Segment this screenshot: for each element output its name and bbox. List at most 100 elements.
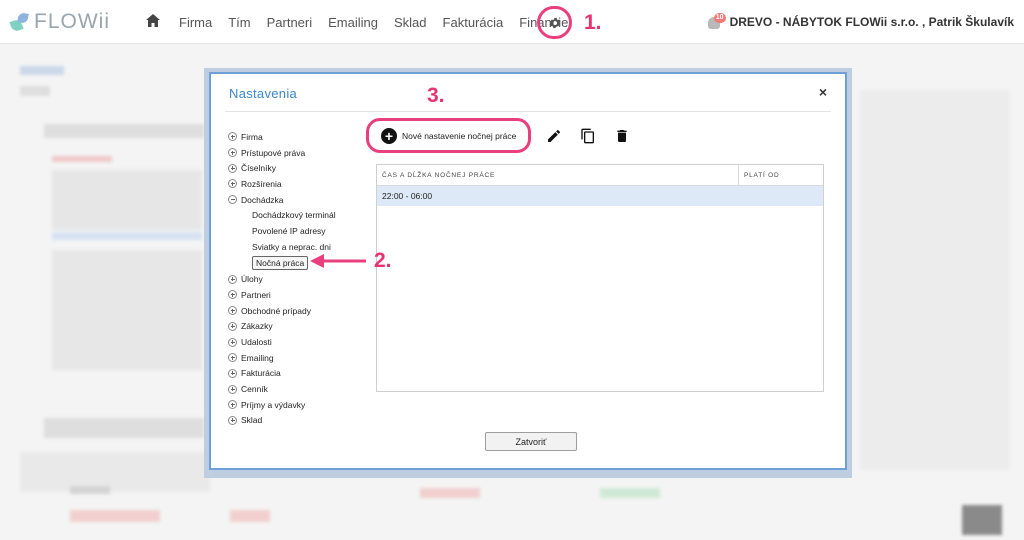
expand-icon[interactable] — [228, 179, 237, 189]
tree-item-fakturacia[interactable]: Fakturácia — [228, 366, 378, 382]
table-row[interactable]: 22:00 - 06:00 — [377, 186, 823, 206]
nav-item-fakturacia[interactable]: Fakturácia — [443, 15, 504, 30]
tree-child-label: Nočná práca — [252, 256, 309, 271]
blurred-content — [20, 66, 64, 75]
nav-item-emailing[interactable]: Emailing — [328, 15, 378, 30]
tree-child-povolene-ip-adresy[interactable]: Povolené IP adresy — [228, 223, 378, 239]
tree-item-rozsirenia[interactable]: Rozšírenia — [228, 176, 378, 192]
close-button[interactable]: Zatvoriť — [485, 432, 577, 451]
copy-icon[interactable] — [577, 125, 599, 147]
expand-icon[interactable] — [228, 384, 237, 394]
top-bar: FLOWii Firma Tím Partneri Emailing Sklad… — [0, 0, 1024, 44]
tree-item-label: Emailing — [241, 352, 274, 363]
expand-icon[interactable] — [228, 415, 237, 425]
blurred-content — [20, 452, 210, 492]
settings-tree: Firma Prístupové práva Číselníky Rozšíre… — [228, 129, 378, 428]
nav-item-tim[interactable]: Tím — [228, 15, 250, 30]
delete-trash-icon[interactable] — [611, 125, 633, 147]
tree-item-firma[interactable]: Firma — [228, 129, 378, 145]
add-circle-icon: + — [381, 127, 397, 144]
collapse-icon[interactable] — [228, 195, 237, 205]
tree-item-sklad[interactable]: Sklad — [228, 413, 378, 429]
column-header-time[interactable]: ČAS A DĹŽKA NOČNEJ PRÁCE — [377, 165, 739, 185]
tree-item-label: Príjmy a výdavky — [241, 399, 306, 410]
blurred-content — [52, 232, 202, 240]
blurred-content — [70, 510, 160, 522]
nav-item-partneri[interactable]: Partneri — [267, 15, 313, 30]
expand-icon[interactable] — [228, 321, 237, 331]
tree-item-label: Zákazky — [241, 321, 273, 332]
blurred-content — [44, 124, 204, 138]
blurred-content — [20, 86, 50, 96]
tree-item-label: Partneri — [241, 289, 271, 300]
tree-item-dochadzka[interactable]: Dochádzka — [228, 192, 378, 208]
expand-icon[interactable] — [228, 274, 237, 284]
annotation-arrow-icon — [310, 254, 366, 268]
tree-item-label: Číselníky — [241, 163, 276, 174]
blurred-content — [70, 486, 110, 494]
blurred-content — [52, 250, 202, 370]
blurred-content — [420, 488, 480, 498]
notification-badge: 10 — [713, 13, 726, 23]
blurred-content — [600, 488, 660, 498]
nav-item-sklad[interactable]: Sklad — [394, 15, 427, 30]
expand-icon[interactable] — [228, 306, 237, 316]
column-header-valid-from[interactable]: PLATÍ OD — [739, 172, 780, 179]
settings-toolbar: + Nové nastavenie nočnej práce — [366, 118, 633, 153]
blurred-content — [52, 156, 112, 162]
blurred-content — [52, 170, 202, 230]
logo-text: FLOWii — [34, 10, 110, 33]
table-header: ČAS A DĹŽKA NOČNEJ PRÁCE PLATÍ OD — [377, 165, 823, 186]
tree-child-dochadzkovy-terminal[interactable]: Dochádzkový terminál — [228, 207, 378, 223]
expand-icon[interactable] — [228, 290, 237, 300]
blurred-content — [44, 418, 204, 438]
expand-icon[interactable] — [228, 368, 237, 378]
annotation-3: 3. — [427, 84, 445, 107]
divider — [225, 111, 831, 112]
tree-item-label: Fakturácia — [241, 368, 281, 379]
tree-item-partneri[interactable]: Partneri — [228, 287, 378, 303]
tree-item-label: Prístupové práva — [241, 147, 306, 158]
tree-item-cennik[interactable]: Cenník — [228, 381, 378, 397]
main-nav: Firma Tím Partneri Emailing Sklad Faktur… — [146, 14, 584, 30]
tree-item-obchodne-pripady[interactable]: Obchodné prípady — [228, 303, 378, 319]
tree-item-ulohy[interactable]: Úlohy — [228, 271, 378, 287]
tree-item-label: Udalosti — [241, 337, 272, 348]
tree-item-emailing[interactable]: Emailing — [228, 350, 378, 366]
nav-item-firma[interactable]: Firma — [179, 15, 212, 30]
tree-item-zakazky[interactable]: Zákazky — [228, 319, 378, 335]
expand-icon[interactable] — [228, 337, 237, 347]
settings-modal: Nastavenia × Firma Prístupové práva Číse… — [209, 72, 847, 470]
tree-child-label: Sviatky a neprac. dni — [252, 242, 331, 253]
expand-icon[interactable] — [228, 163, 237, 173]
expand-icon[interactable] — [228, 400, 237, 410]
notification-bell-icon[interactable]: 10 — [707, 13, 726, 30]
annotation-1: 1. — [584, 11, 602, 34]
logo-mark-icon — [8, 11, 30, 33]
company-user-info[interactable]: 10 DREVO - NÁBYTOK FLOWii s.r.o. , Patri… — [707, 13, 1014, 30]
blurred-content — [860, 90, 1010, 470]
tree-item-udalosti[interactable]: Udalosti — [228, 334, 378, 350]
tree-item-pristupove-prava[interactable]: Prístupové práva — [228, 145, 378, 161]
tree-item-label: Cenník — [241, 384, 268, 395]
tree-item-label: Firma — [241, 131, 263, 142]
new-night-work-label: Nové nastavenie nočnej práce — [402, 130, 517, 141]
home-icon[interactable] — [146, 14, 162, 30]
close-icon[interactable]: × — [819, 84, 827, 100]
tree-item-ciselniky[interactable]: Číselníky — [228, 160, 378, 176]
tree-child-label: Dochádzkový terminál — [252, 210, 336, 221]
tree-item-prijmy-a-vydavky[interactable]: Príjmy a výdavky — [228, 397, 378, 413]
company-name: DREVO - NÁBYTOK FLOWii s.r.o. , Patrik Š… — [729, 15, 1014, 29]
edit-pencil-icon[interactable] — [543, 125, 565, 147]
settings-gear-button[interactable] — [537, 6, 572, 39]
expand-icon[interactable] — [228, 148, 237, 158]
blurred-content — [962, 505, 1002, 535]
new-night-work-button[interactable]: + Nové nastavenie nočnej práce — [366, 118, 532, 153]
blurred-content — [230, 510, 270, 522]
logo[interactable]: FLOWii — [8, 10, 110, 34]
tree-item-label: Sklad — [241, 415, 263, 426]
tree-item-label: Rozšírenia — [241, 178, 282, 189]
expand-icon[interactable] — [228, 353, 237, 363]
expand-icon[interactable] — [228, 132, 237, 142]
tree-item-label: Úlohy — [241, 274, 263, 285]
